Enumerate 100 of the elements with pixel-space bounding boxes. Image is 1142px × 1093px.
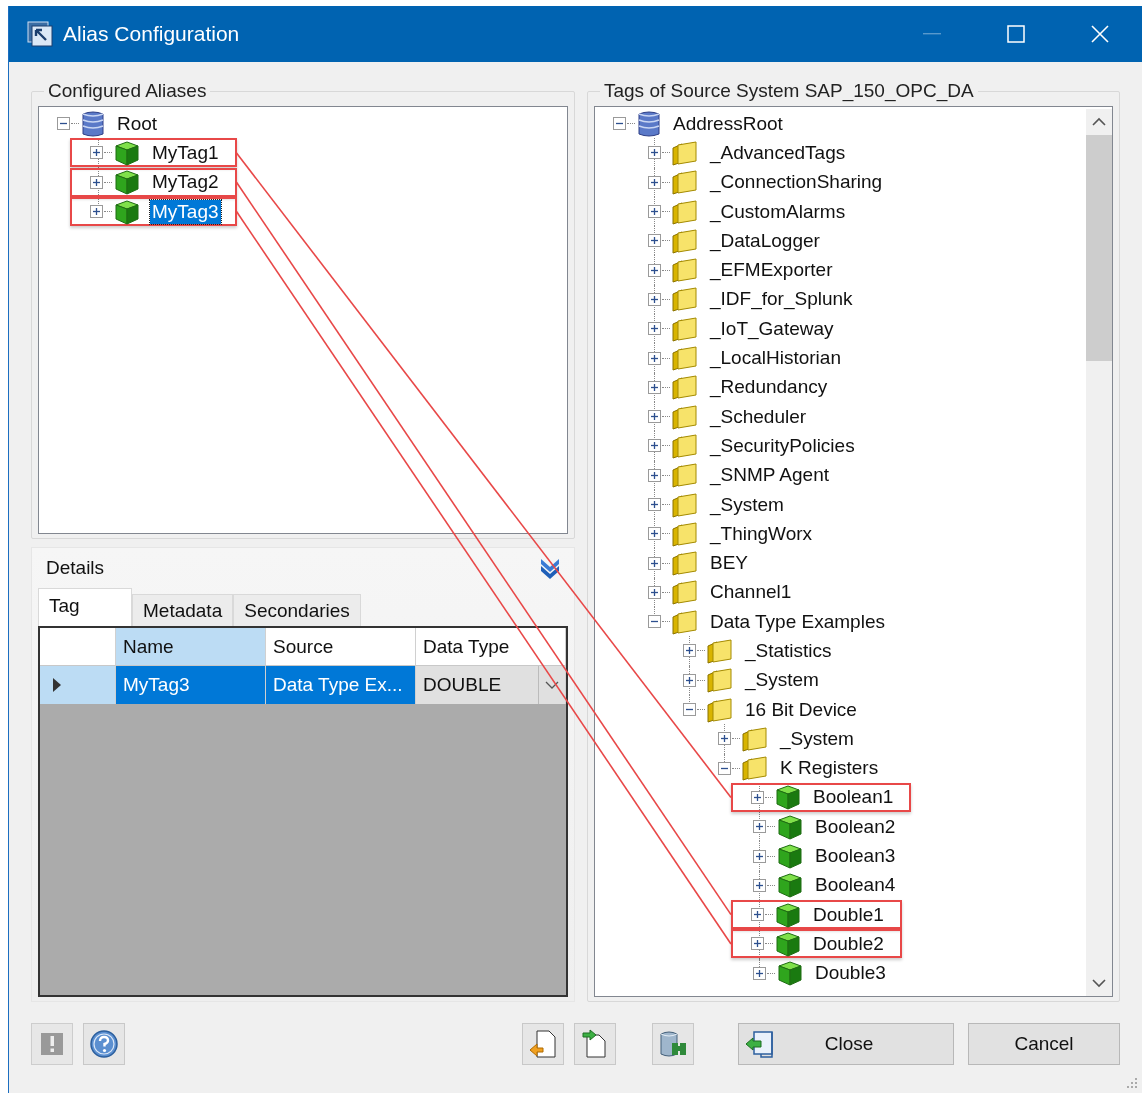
tree-item[interactable]: Double1: [811, 902, 886, 927]
folder-icon: [672, 579, 698, 606]
expander-icon[interactable]: [683, 673, 696, 687]
expander-icon[interactable]: [753, 878, 766, 892]
tree-item[interactable]: _LocalHistorian: [708, 346, 843, 370]
tree-item[interactable]: _Statistics: [743, 639, 834, 663]
folder-icon: [672, 198, 698, 225]
minimize-icon: [923, 33, 941, 35]
tree-item[interactable]: Boolean1: [811, 785, 896, 810]
cancel-button[interactable]: Cancel: [968, 1023, 1120, 1065]
tree-item[interactable]: _Redundancy: [708, 375, 830, 400]
help-button[interactable]: [83, 1023, 125, 1065]
folder-icon: [672, 169, 698, 196]
tree-item[interactable]: _EFMExporter: [708, 258, 835, 283]
expander-icon[interactable]: [683, 644, 696, 658]
tree-item[interactable]: _System: [743, 668, 821, 693]
expander-icon[interactable]: [648, 205, 661, 219]
tab[interactable]: Tag: [38, 588, 132, 626]
tab[interactable]: Metadata: [132, 594, 234, 626]
tree-item[interactable]: _System: [778, 726, 856, 751]
folder-icon: [672, 520, 698, 547]
expander-icon[interactable]: [751, 908, 764, 922]
close-button[interactable]: Close: [738, 1023, 954, 1065]
tree-item[interactable]: _IDF_for_Splunk: [708, 287, 855, 312]
export-document-icon: [581, 1029, 609, 1059]
expander-icon[interactable]: [648, 234, 661, 248]
expander-icon[interactable]: [90, 205, 103, 219]
data-type-dropdown[interactable]: DOUBLE: [416, 666, 566, 704]
expander-icon[interactable]: [648, 410, 661, 424]
folder-icon: [707, 696, 733, 723]
expander-icon[interactable]: [648, 322, 661, 336]
expander-icon[interactable]: [613, 117, 626, 131]
expander-icon[interactable]: [57, 117, 70, 131]
tree-item[interactable]: Boolean4: [813, 873, 898, 898]
expander-icon[interactable]: [648, 292, 661, 306]
expander-icon[interactable]: [753, 820, 766, 834]
tree-item[interactable]: Channel1: [708, 580, 794, 605]
expander-icon[interactable]: [648, 263, 661, 277]
tree-item[interactable]: _CustomAlarms: [708, 199, 848, 224]
database-icon: [637, 109, 661, 138]
scroll-up-icon[interactable]: [1092, 117, 1106, 127]
expander-icon[interactable]: [718, 732, 731, 746]
resize-grip-icon[interactable]: [1126, 1077, 1138, 1089]
cube-icon: [775, 784, 801, 811]
tree-item[interactable]: _SecurityPolicies: [708, 433, 857, 458]
tree-item[interactable]: _ThingWorx: [708, 521, 815, 546]
tree-item[interactable]: _DataLogger: [708, 228, 822, 253]
tree-item[interactable]: _Scheduler: [708, 404, 809, 429]
folder-icon: [672, 462, 698, 489]
tree-item[interactable]: _ConnectionSharing: [708, 170, 885, 195]
import-button[interactable]: [522, 1023, 564, 1065]
expander-icon[interactable]: [648, 556, 661, 570]
tree-item[interactable]: Root: [115, 111, 160, 136]
expander-icon[interactable]: [648, 468, 661, 482]
tab[interactable]: Secondaries: [233, 594, 361, 626]
scroll-down-icon[interactable]: [1092, 978, 1106, 988]
expander-icon[interactable]: [648, 615, 661, 629]
tree-item[interactable]: AddressRoot: [671, 111, 785, 136]
expander-icon[interactable]: [648, 175, 661, 189]
scrollbar-thumb[interactable]: [1086, 135, 1112, 361]
tree-item[interactable]: _System: [708, 492, 786, 517]
tree-item[interactable]: Double3: [813, 961, 888, 986]
tree-item[interactable]: 16 Bit Device: [743, 697, 859, 722]
export-button[interactable]: [574, 1023, 616, 1065]
expander-icon[interactable]: [751, 790, 764, 804]
expander-icon[interactable]: [90, 175, 103, 189]
expander-icon[interactable]: [648, 498, 661, 511]
tree-item[interactable]: _SNMP Agent: [708, 463, 831, 488]
scrollbar[interactable]: [1086, 109, 1112, 996]
expander-icon[interactable]: [753, 849, 766, 863]
tree-item[interactable]: BEY: [708, 551, 750, 576]
database-search-button[interactable]: [652, 1023, 694, 1065]
tree-item[interactable]: Boolean3: [813, 844, 898, 869]
tree-item[interactable]: Double2: [811, 931, 886, 956]
tree-item[interactable]: MyTag2: [150, 170, 221, 195]
expander-icon[interactable]: [648, 351, 661, 365]
tree-item[interactable]: _IoT_Gateway: [708, 316, 836, 341]
expander-icon[interactable]: [648, 585, 661, 599]
tree-item[interactable]: Data Type Examples: [708, 609, 887, 634]
tree-item[interactable]: _AdvancedTags: [708, 140, 848, 165]
expander-icon[interactable]: [751, 937, 764, 951]
tree-item[interactable]: MyTag1: [150, 140, 221, 165]
tree-item[interactable]: Boolean2: [813, 814, 898, 839]
folder-icon: [672, 608, 698, 635]
column-header[interactable]: Name: [116, 628, 266, 666]
expander-icon[interactable]: [648, 380, 661, 394]
double-chevron-icon[interactable]: [538, 556, 562, 580]
expander-icon[interactable]: [648, 146, 661, 160]
expander-icon[interactable]: [648, 527, 661, 541]
tree-item[interactable]: MyTag3: [150, 199, 221, 224]
expander-icon[interactable]: [90, 146, 103, 160]
expander-icon[interactable]: [718, 761, 731, 775]
expander-icon[interactable]: [648, 439, 661, 453]
expander-icon[interactable]: [753, 966, 766, 980]
expander-icon[interactable]: [683, 703, 696, 717]
tree-item[interactable]: K Registers: [778, 756, 881, 781]
folder-icon: [707, 667, 733, 694]
cube-icon: [775, 930, 801, 957]
folder-icon: [672, 491, 698, 518]
table-cell: Data Type Ex...: [266, 666, 416, 704]
